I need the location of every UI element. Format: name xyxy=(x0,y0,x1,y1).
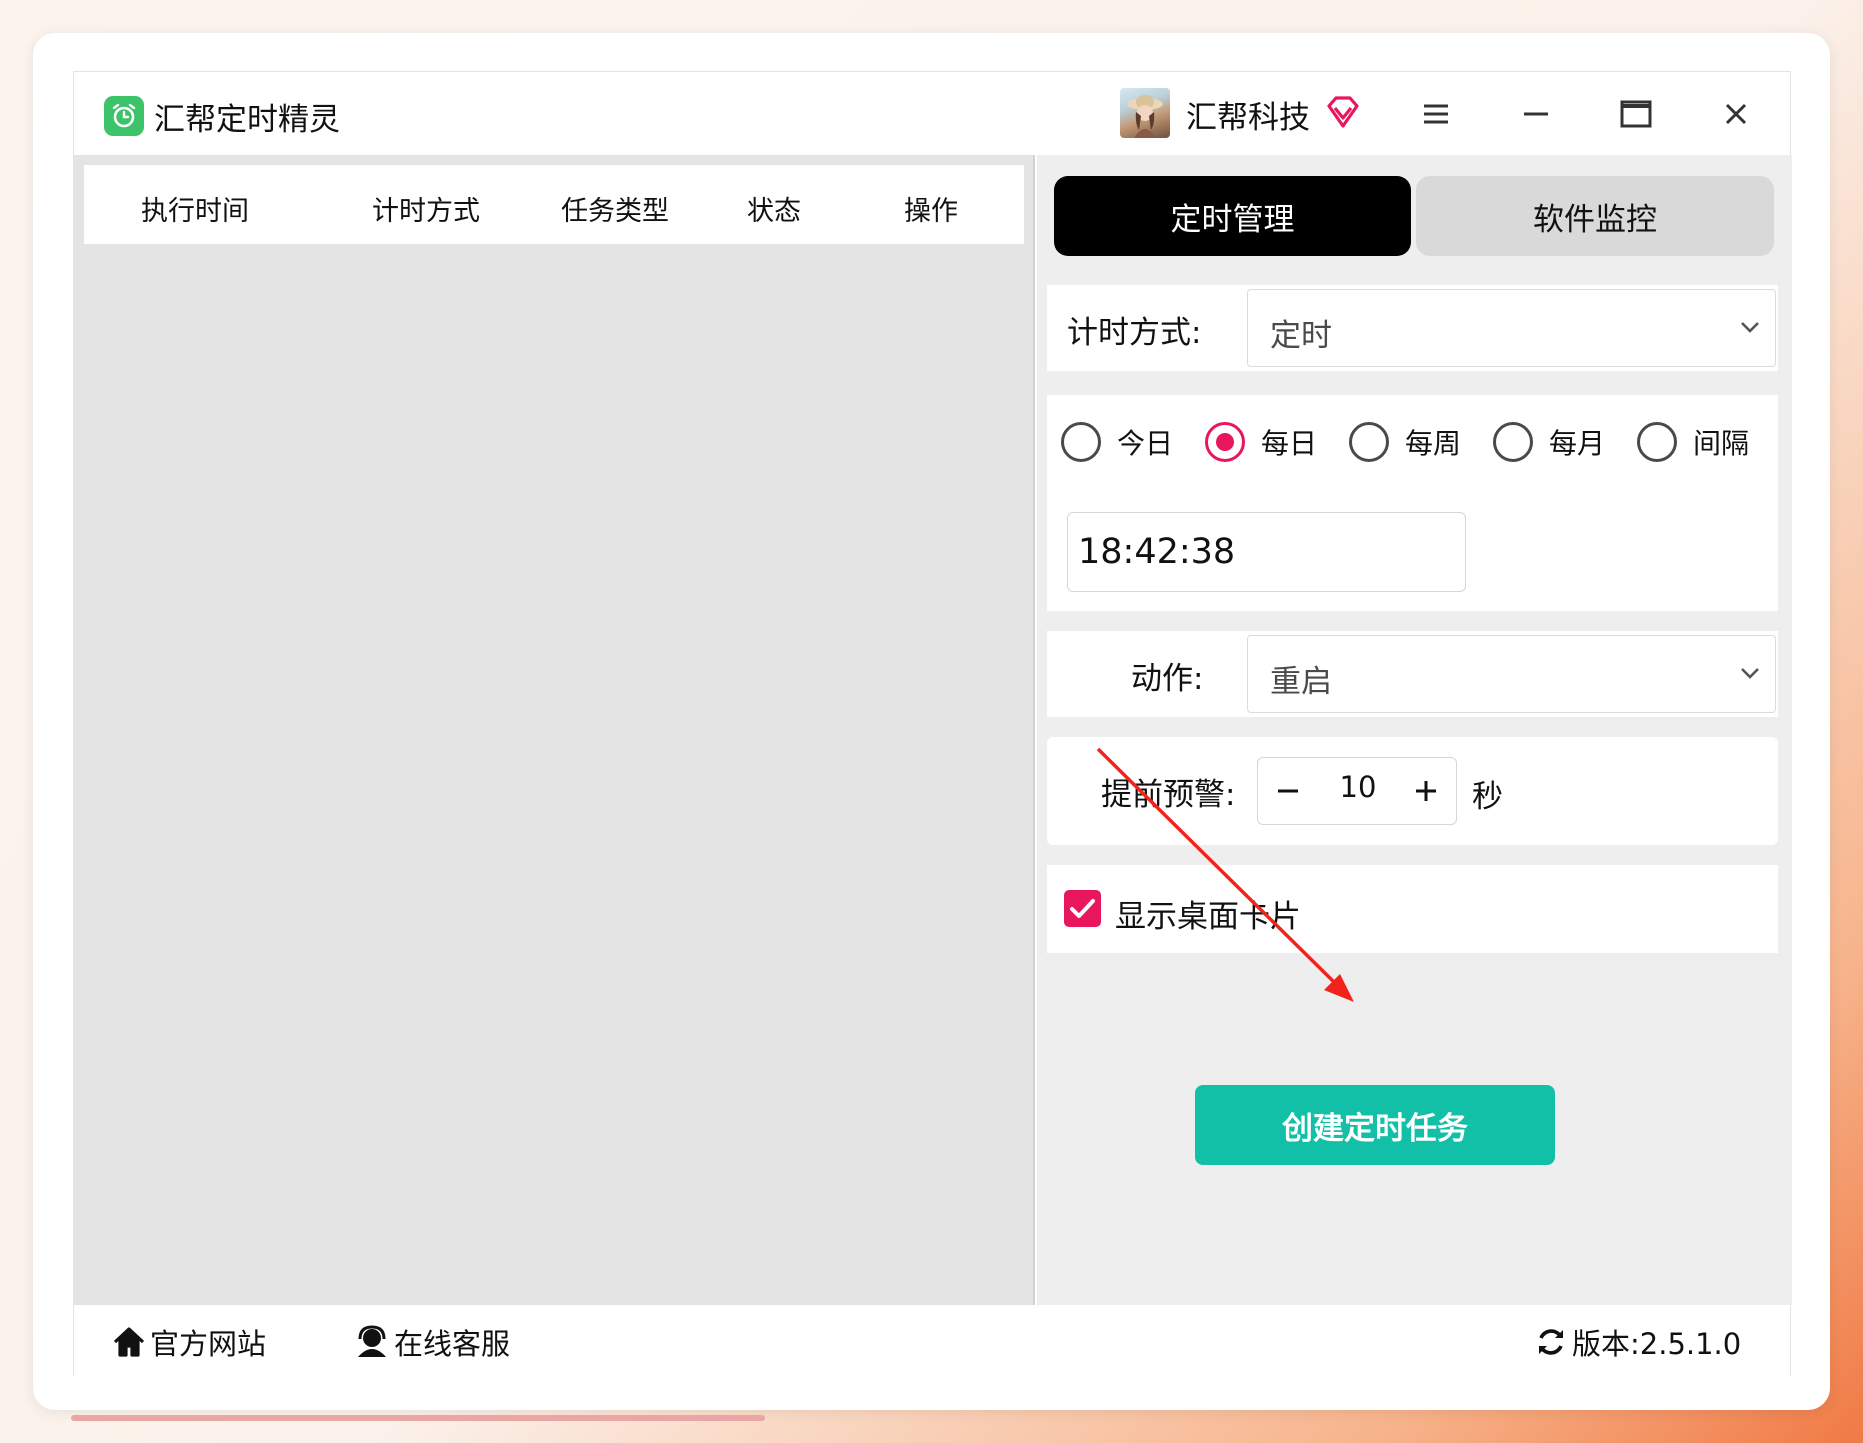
radio-interval[interactable]: 间隔 xyxy=(1637,422,1749,462)
footer: 官方网站 在线客服 版本:2.5.1.0 xyxy=(74,1305,1790,1377)
tab-software-monitor[interactable]: 软件监控 xyxy=(1416,176,1774,256)
show-card-label: 显示桌面卡片 xyxy=(1115,899,1301,935)
warning-seconds-value[interactable]: 10 xyxy=(1318,770,1398,804)
vip-diamond-icon[interactable] xyxy=(1325,94,1361,134)
tab-timer-management[interactable]: 定时管理 xyxy=(1054,176,1411,256)
radio-label: 每周 xyxy=(1405,427,1462,460)
version-label: 版本:2.5.1.0 xyxy=(1572,1327,1742,1361)
radio-label: 今日 xyxy=(1117,427,1174,460)
maximize-icon[interactable] xyxy=(1616,94,1656,134)
radio-circle[interactable] xyxy=(1637,422,1677,462)
chevron-down-icon xyxy=(1739,316,1761,342)
radio-monthly[interactable]: 每月 xyxy=(1493,422,1605,462)
timer-mode-value: 定时 xyxy=(1270,318,1332,354)
company-name: 汇帮科技 xyxy=(1186,100,1310,136)
radio-label: 每日 xyxy=(1261,427,1318,460)
action-value: 重启 xyxy=(1270,664,1332,700)
radio-label: 每月 xyxy=(1549,427,1606,460)
radio-today[interactable]: 今日 xyxy=(1061,422,1173,462)
column-header-operation: 操作 xyxy=(904,196,958,227)
customer-service-icon xyxy=(358,1325,386,1357)
official-website-label: 官方网站 xyxy=(150,1327,267,1361)
minus-icon[interactable] xyxy=(1258,758,1318,824)
user-avatar[interactable] xyxy=(1120,88,1170,138)
timer-mode-select[interactable]: 定时 xyxy=(1247,289,1776,367)
column-header-status: 状态 xyxy=(747,196,801,227)
timer-mode-label: 计时方式: xyxy=(1067,315,1202,351)
action-label: 动作: xyxy=(1131,661,1204,697)
radio-circle[interactable] xyxy=(1349,422,1389,462)
timer-mode-row: 计时方式: 定时 xyxy=(1047,285,1778,371)
create-task-button[interactable]: 创建定时任务 xyxy=(1195,1085,1555,1165)
chevron-down-icon xyxy=(1739,662,1761,688)
radio-label: 间隔 xyxy=(1693,427,1750,460)
version-info[interactable]: 版本:2.5.1.0 xyxy=(1534,1321,1741,1363)
radio-circle-checked[interactable] xyxy=(1205,422,1245,462)
show-card-checkbox[interactable] xyxy=(1064,890,1101,927)
title-bar: 汇帮定时精灵 汇帮科技 xyxy=(74,72,1790,155)
close-icon[interactable] xyxy=(1716,94,1756,134)
task-list-panel: 执行时间 计时方式 任务类型 状态 操作 xyxy=(74,155,1035,1305)
column-header-timer-mode: 计时方式 xyxy=(372,196,480,227)
settings-panel: 定时管理 软件监控 计时方式: 定时 今日 每日 每周 每月 间隔 18:42:… xyxy=(1037,155,1792,1305)
refresh-icon xyxy=(1539,1329,1563,1355)
menu-icon[interactable] xyxy=(1416,94,1456,134)
radio-circle[interactable] xyxy=(1061,422,1101,462)
app-window: 汇帮定时精灵 汇帮科技 执行时间 计时方式 任务类型 状态 操作 定时管理 软件… xyxy=(73,71,1792,1377)
official-website-link[interactable]: 官方网站 xyxy=(112,1321,266,1363)
online-service-label: 在线客服 xyxy=(394,1327,511,1361)
seconds-unit: 秒 xyxy=(1472,779,1503,815)
warning-seconds-stepper[interactable]: 10 xyxy=(1257,757,1457,825)
frequency-section: 今日 每日 每周 每月 间隔 xyxy=(1047,395,1778,611)
home-icon xyxy=(113,1327,145,1357)
radio-circle[interactable] xyxy=(1493,422,1533,462)
column-header-exec-time: 执行时间 xyxy=(141,196,249,227)
alarm-clock-icon xyxy=(104,96,144,136)
radio-daily[interactable]: 每日 xyxy=(1205,422,1317,462)
column-header-task-type: 任务类型 xyxy=(561,196,669,227)
action-select[interactable]: 重启 xyxy=(1247,635,1776,713)
action-row: 动作: 重启 xyxy=(1047,631,1778,717)
early-warning-row: 提前预警: 10 秒 xyxy=(1047,737,1778,845)
online-service-link[interactable]: 在线客服 xyxy=(354,1321,510,1363)
bottom-decoration-bar xyxy=(71,1415,765,1421)
table-header: 执行时间 计时方式 任务类型 状态 操作 xyxy=(84,165,1024,244)
early-warning-label: 提前预警: xyxy=(1101,777,1236,813)
plus-icon[interactable] xyxy=(1396,758,1456,824)
minimize-icon[interactable] xyxy=(1516,94,1556,134)
app-title: 汇帮定时精灵 xyxy=(154,102,340,138)
radio-weekly[interactable]: 每周 xyxy=(1349,422,1461,462)
time-input[interactable] xyxy=(1067,512,1466,592)
show-card-row: 显示桌面卡片 xyxy=(1047,865,1778,953)
